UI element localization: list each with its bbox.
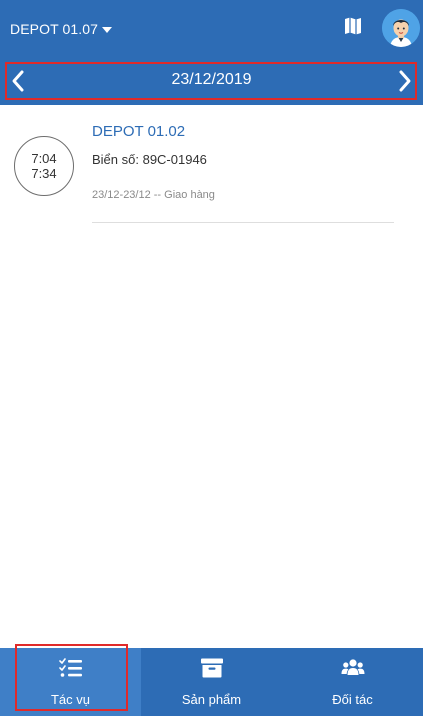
users-icon <box>341 659 364 675</box>
time-badge: 7:04 7:34 <box>14 136 74 196</box>
tab-products-label: Sản phẩm <box>181 692 242 707</box>
tab-partners[interactable]: Đối tác <box>282 648 423 716</box>
task-list-icon <box>58 658 82 677</box>
app: DEPOT 01.07 23/12/2019 7:04 7:34 DEPOT 0… <box>0 0 423 716</box>
depot-name: DEPOT 01.07 <box>10 21 98 37</box>
caret-down-icon <box>102 26 112 33</box>
tab-products[interactable]: Sản phẩm <box>141 648 282 716</box>
task-list-item[interactable]: 7:04 7:34 DEPOT 01.02 Biển số: 89C-01946… <box>0 112 423 224</box>
divider <box>92 222 394 223</box>
top-bar: DEPOT 01.07 <box>0 0 423 57</box>
archive-box-icon <box>200 658 223 678</box>
tab-partners-label: Đối tác <box>332 692 373 707</box>
date-nav-highlight <box>5 62 417 100</box>
tab-tasks[interactable]: Tác vụ <box>0 648 141 716</box>
map-icon[interactable] <box>344 17 362 35</box>
date-navigator: 23/12/2019 <box>0 57 423 105</box>
tab-tasks-label: Tác vụ <box>50 692 90 707</box>
avatar[interactable] <box>382 9 420 47</box>
bottom-nav: Tác vụ Sản phẩm Đối tác <box>0 648 423 716</box>
depot-selector[interactable]: DEPOT 01.07 <box>10 19 112 39</box>
license-plate: Biển số: 89C-01946 <box>92 152 207 167</box>
time-end: 7:34 <box>31 166 57 181</box>
time-start: 7:04 <box>31 151 57 166</box>
task-title: DEPOT 01.02 <box>92 123 186 140</box>
user-avatar-icon <box>382 9 420 47</box>
task-meta: 23/12-23/12 -- Giao hàng <box>92 189 215 201</box>
